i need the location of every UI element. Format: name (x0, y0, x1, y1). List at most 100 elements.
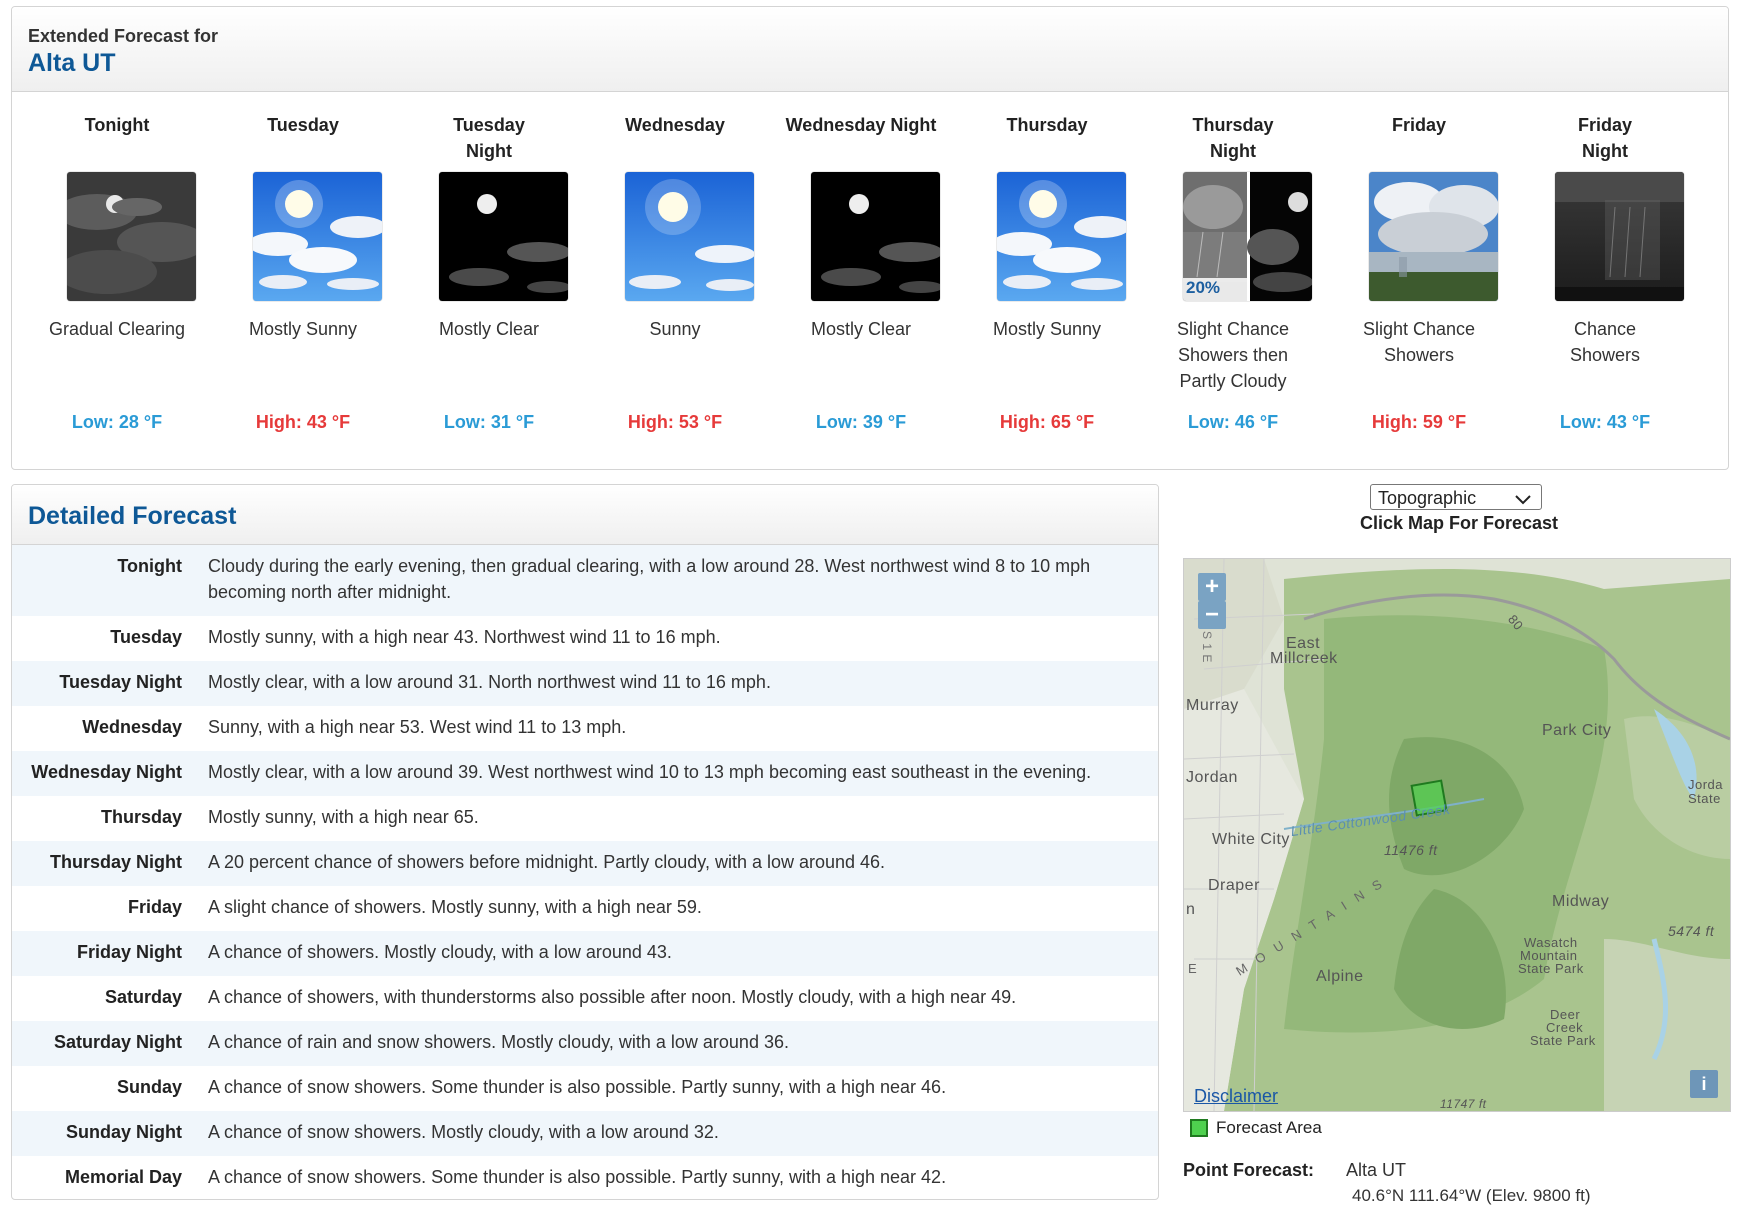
table-row: Memorial Day A chance of snow showers. So… (12, 1156, 1158, 1199)
map-place-label: Draper (1208, 877, 1260, 894)
map-info-button[interactable]: i (1690, 1070, 1718, 1098)
table-row: Sunday A chance of snow showers. Some thu… (12, 1066, 1158, 1111)
period-short-forecast: Sunny (649, 319, 701, 339)
map-elevation-label: 11747 ft (1440, 1097, 1487, 1111)
row-text: A chance of snow showers. Some thunder i… (208, 1077, 947, 1097)
forecast-period: Friday Night Chance Showers Low: 43 °F (1512, 92, 1698, 468)
period-name: Tuesday (267, 115, 339, 135)
detailed-forecast-table: Tonight Cloudy during the early evening, … (12, 545, 1158, 1199)
map-range-label: E (1188, 961, 1198, 976)
forecast-period: Tuesday Mostly Sunny High: 43 °F (210, 92, 396, 468)
point-forecast-name: Alta UT (1346, 1160, 1407, 1180)
mostly-sunny-icon (253, 172, 382, 301)
map-elevation-label: 11476 ft (1384, 842, 1438, 858)
row-label: Wednesday Night (31, 762, 182, 782)
extended-forecast-panel: Extended Forecast for Alta UT Tonight Gr… (11, 6, 1729, 470)
row-label: Saturday Night (53, 1032, 182, 1052)
map-type-selected: Topographic (1378, 488, 1477, 508)
table-row: Sunday Night A chance of snow showers. Mo… (12, 1111, 1158, 1156)
period-name: Friday (1391, 115, 1447, 135)
map-place-label: State Park (1530, 1033, 1596, 1048)
sunny-icon (625, 172, 754, 301)
forecast-period: Wednesday Night Mostly Clear Low: 39 °F (768, 92, 954, 468)
map-place-label: State (1688, 791, 1721, 806)
disclaimer-link[interactable]: Disclaimer (1194, 1086, 1278, 1107)
row-label: Sunday Night (66, 1122, 182, 1142)
row-text: A chance of snow showers. Some thunder i… (208, 1167, 947, 1187)
period-name: Thursday Night (1192, 115, 1274, 161)
row-text: Mostly clear, with a low around 39. West… (208, 762, 1092, 782)
row-text: A 20 percent chance of showers before mi… (208, 852, 886, 872)
period-name: Wednesday (625, 115, 725, 135)
row-label: Wednesday (82, 717, 182, 737)
table-row: Tuesday Night Mostly clear, with a low ar… (12, 661, 1158, 706)
row-label: Friday (127, 897, 182, 917)
row-label: Tuesday Night (59, 672, 182, 692)
period-short-forecast: Mostly Sunny (248, 319, 358, 339)
row-label: Tonight (117, 556, 182, 576)
chance-showers-night-icon (1555, 172, 1684, 301)
map-place-label: Midway (1552, 893, 1610, 910)
row-text: Sunny, with a high near 53. West wind 11… (208, 717, 627, 737)
table-row: Thursday Mostly sunny, with a high near 6… (12, 796, 1158, 841)
mostly-clear-night-icon (811, 172, 940, 301)
detailed-forecast-title: Detailed Forecast (28, 502, 237, 530)
period-temperature: High: 65 °F (999, 412, 1095, 432)
forecast-period: Tonight Gradual Clearing Low: 28 °F (24, 92, 210, 468)
chevron-down-icon (1514, 489, 1532, 515)
table-row: Tonight Cloudy during the early evening, … (12, 545, 1158, 616)
forecast-periods: Tonight Gradual Clearing Low: 28 °F Tues… (12, 92, 1728, 468)
table-row: Saturday A chance of showers, with thunde… (12, 976, 1158, 1021)
period-temperature: Low: 43 °F (1559, 412, 1651, 432)
map-place-label: Millcreek (1270, 650, 1338, 667)
period-temperature: Low: 31 °F (443, 412, 535, 432)
map-route-label: S 1 E (1200, 631, 1214, 663)
row-text: A chance of showers, with thunderstorms … (208, 987, 1017, 1007)
forecast-map[interactable]: + − S 1 E East Millcreek 80 Murray Park … (1183, 558, 1731, 1112)
zoom-in-button[interactable]: + (1198, 573, 1226, 601)
period-short-forecast: Mostly Clear (438, 319, 540, 339)
period-name: Tuesday Night (453, 115, 525, 161)
period-temperature: Low: 46 °F (1187, 412, 1279, 432)
period-temperature: High: 43 °F (255, 412, 351, 432)
row-text: Mostly clear, with a low around 31. Nort… (208, 672, 771, 692)
table-row: Saturday Night A chance of rain and snow … (12, 1021, 1158, 1066)
map-place-label: State Park (1518, 961, 1584, 976)
period-temperature: Low: 39 °F (815, 412, 907, 432)
detailed-forecast-header: Detailed Forecast (12, 485, 1158, 545)
row-text: A slight chance of showers. Mostly sunny… (208, 897, 702, 917)
row-label: Tuesday (110, 627, 182, 647)
showers-then-partly-cloudy-icon: 20% (1183, 172, 1312, 301)
zoom-out-button[interactable]: − (1198, 601, 1226, 629)
night-cloudy-clearing-icon (67, 172, 196, 301)
legend-label: Forecast Area (1216, 1118, 1322, 1137)
extended-forecast-subtitle: Extended Forecast for (28, 26, 219, 46)
table-row: Wednesday Night Mostly clear, with a low … (12, 751, 1158, 796)
row-label: Saturday (104, 987, 182, 1007)
map-place-label: n (1186, 901, 1196, 918)
period-temperature: High: 59 °F (1371, 412, 1467, 432)
row-text: A chance of showers. Mostly cloudy, with… (208, 942, 672, 962)
point-forecast-coordinates: 40.6°N 111.64°W (Elev. 9800 ft) (1352, 1186, 1591, 1205)
map-type-select[interactable]: Topographic (1370, 484, 1542, 510)
row-text: A chance of rain and snow showers. Mostl… (208, 1032, 789, 1052)
slight-chance-showers-icon (1369, 172, 1498, 301)
row-text: A chance of snow showers. Mostly cloudy,… (208, 1122, 719, 1142)
period-temperature: High: 53 °F (627, 412, 723, 432)
forecast-area-swatch (1190, 1119, 1208, 1137)
period-name: Friday Night (1577, 115, 1633, 161)
row-label: Thursday Night (49, 852, 182, 872)
click-map-label: Click Map For Forecast (1359, 513, 1559, 533)
period-name: Tonight (84, 115, 150, 135)
point-forecast-label: Point Forecast: (1183, 1160, 1315, 1180)
map-place-label: Park City (1542, 722, 1612, 739)
table-row: Tuesday Mostly sunny, with a high near 43… (12, 616, 1158, 661)
map-place-label: Alpine (1316, 968, 1364, 985)
map-place-label: Jorda (1688, 777, 1724, 792)
row-label: Friday Night (76, 942, 182, 962)
period-short-forecast: Chance Showers (1569, 319, 1641, 365)
map-place-label: White City (1212, 831, 1290, 848)
row-label: Thursday (100, 807, 182, 827)
period-short-forecast: Gradual Clearing (48, 319, 186, 339)
forecast-location: Alta UT (28, 49, 116, 77)
